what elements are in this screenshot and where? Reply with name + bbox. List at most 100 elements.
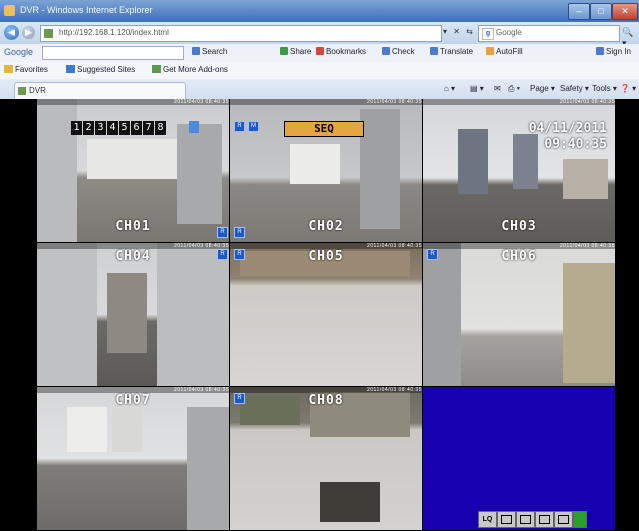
favorites-bar: Favorites Suggested Sites Get More Add-o… bbox=[0, 62, 639, 80]
page-icon bbox=[44, 29, 53, 38]
maximize-icon: □ bbox=[598, 6, 604, 16]
close-button[interactable]: ✕ bbox=[612, 3, 638, 20]
translate-button[interactable]: Translate bbox=[430, 47, 473, 56]
pin-icon bbox=[189, 121, 199, 133]
tab-dvr[interactable]: DVR bbox=[14, 82, 186, 99]
channel-label: CH05 bbox=[308, 249, 344, 264]
google-search-button[interactable]: Search bbox=[192, 47, 227, 56]
suggested-sites-icon bbox=[66, 65, 75, 73]
multi-view-button[interactable] bbox=[535, 511, 554, 528]
page-menu[interactable]: Page ▾ bbox=[530, 84, 555, 93]
channel-label: CH03 bbox=[501, 219, 537, 234]
url-input[interactable]: http://192.168.1.120/index.html bbox=[40, 25, 442, 42]
address-bar: ◀ ▶ http://192.168.1.120/index.html ▾ ✕ … bbox=[0, 22, 639, 48]
url-text: http://192.168.1.120/index.html bbox=[59, 28, 169, 37]
close-icon: ✕ bbox=[621, 6, 629, 16]
google-toolbar: Google Search Share Bookmarks Check Tran… bbox=[0, 44, 639, 63]
feeds-button[interactable]: ▤ ▾ bbox=[470, 84, 484, 93]
ie-icon bbox=[4, 5, 15, 16]
mail-button[interactable]: ✉ bbox=[494, 84, 501, 93]
bookmarks-button[interactable]: Bookmarks bbox=[316, 47, 366, 56]
dvr-viewer: 2011/04/03 08:40:35 12345678 R CH01 2011… bbox=[37, 99, 616, 531]
tools-menu[interactable]: Tools ▾ bbox=[592, 84, 617, 93]
check-button[interactable]: Check bbox=[382, 47, 415, 56]
digit[interactable]: 5 bbox=[119, 121, 130, 135]
minimize-button[interactable]: – bbox=[568, 3, 590, 20]
camera-tile[interactable]: 2011/04/03 08:40:35 R CH04 bbox=[37, 243, 230, 387]
status-indicator[interactable] bbox=[573, 511, 587, 528]
quad-view-button[interactable] bbox=[516, 511, 535, 528]
camera-tile[interactable]: 2011/04/03 08:40:35 CH07 bbox=[37, 387, 230, 531]
digit[interactable]: 8 bbox=[155, 121, 166, 135]
check-icon bbox=[382, 47, 390, 55]
addons-icon bbox=[152, 65, 161, 73]
multi-view-icon bbox=[539, 515, 550, 524]
autofill-button[interactable]: AutoFill bbox=[486, 47, 523, 56]
google-search-input[interactable] bbox=[42, 46, 184, 60]
favorites-button[interactable]: Favorites bbox=[4, 65, 48, 74]
print-button[interactable]: ⎙ ▾ bbox=[508, 84, 520, 94]
window-title: DVR - Windows Internet Explorer bbox=[20, 5, 153, 15]
channel-digits: 12345678 bbox=[71, 121, 167, 135]
camera-tile[interactable]: 2011/04/03 08:40:35 R M SEQ R CH02 bbox=[230, 99, 423, 243]
record-icon: R bbox=[234, 121, 245, 132]
sequence-box[interactable]: SEQ bbox=[284, 121, 364, 137]
share-icon bbox=[280, 47, 288, 55]
quad-view-icon bbox=[520, 515, 531, 524]
digit[interactable]: 4 bbox=[107, 121, 118, 135]
star-icon bbox=[316, 47, 324, 55]
camera-icon bbox=[558, 515, 569, 524]
camera-tile[interactable]: 2011/04/03 08:40:35 R CH05 bbox=[230, 243, 423, 387]
datetime-display: 04/11/2011 09:40:35 bbox=[529, 121, 607, 153]
minimize-icon: – bbox=[576, 6, 582, 16]
maximize-button[interactable]: □ bbox=[590, 3, 612, 20]
help-button[interactable]: ❓ ▾ bbox=[620, 84, 636, 93]
channel-label: CH07 bbox=[115, 393, 151, 408]
camera-tile[interactable]: 2011/04/03 08:40:35 12345678 R CH01 bbox=[37, 99, 230, 243]
home-button[interactable]: ⌂ ▾ bbox=[444, 84, 455, 93]
page-content: 2011/04/03 08:40:35 12345678 R CH01 2011… bbox=[0, 99, 639, 531]
camera-osd: 2011/04/03 08:40:35 bbox=[423, 99, 615, 105]
motion-icon: M bbox=[248, 121, 259, 132]
forward-button[interactable]: ▶ bbox=[22, 26, 35, 39]
channel-label: CH02 bbox=[308, 219, 344, 234]
empty-channel-tile[interactable] bbox=[423, 387, 616, 531]
share-button[interactable]: Share bbox=[280, 47, 311, 56]
signin-button[interactable]: Sign In bbox=[596, 47, 631, 56]
autofill-icon bbox=[486, 47, 494, 55]
channel-label: CH04 bbox=[115, 249, 151, 264]
google-icon: g bbox=[482, 28, 494, 40]
google-logo: Google bbox=[4, 47, 34, 57]
back-button[interactable]: ◀ bbox=[4, 25, 19, 40]
single-view-button[interactable] bbox=[497, 511, 516, 528]
camera-osd: 2011/04/03 08:40:35 bbox=[37, 99, 229, 105]
camera-tile[interactable]: 2011/04/03 08:40:35 04/11/2011 09:40:35 … bbox=[423, 99, 616, 243]
channel-label: CH01 bbox=[115, 219, 151, 234]
date-text: 04/11/2011 bbox=[528, 121, 607, 136]
digit[interactable]: 6 bbox=[131, 121, 142, 135]
single-view-icon bbox=[501, 515, 512, 524]
snapshot-button[interactable] bbox=[554, 511, 573, 528]
suggested-sites-link[interactable]: Suggested Sites bbox=[66, 65, 135, 74]
camera-tile[interactable]: 2011/04/03 08:40:35 R CH08 bbox=[230, 387, 423, 531]
wrench-icon bbox=[596, 47, 604, 55]
search-icon bbox=[192, 47, 200, 55]
addons-link[interactable]: Get More Add-ons bbox=[152, 65, 228, 74]
channel-label: CH06 bbox=[501, 249, 537, 264]
search-input[interactable]: g Google bbox=[478, 25, 620, 42]
digit[interactable]: 7 bbox=[143, 121, 154, 135]
quality-button[interactable]: LQ bbox=[478, 511, 497, 528]
tab-bar: DVR ⌂ ▾ ▤ ▾ ✉ ⎙ ▾ Page ▾ Safety ▾ Tools … bbox=[0, 79, 639, 100]
title-bar: DVR - Windows Internet Explorer – □ ✕ bbox=[0, 0, 639, 22]
digit[interactable]: 2 bbox=[83, 121, 94, 135]
tab-label: DVR bbox=[29, 86, 46, 95]
time-text: 09:40:35 bbox=[544, 137, 607, 152]
tab-page-icon bbox=[18, 87, 26, 95]
digit[interactable]: 1 bbox=[71, 121, 82, 135]
camera-tile[interactable]: 2011/04/03 08:40:35 R CH06 bbox=[423, 243, 616, 387]
digit[interactable]: 3 bbox=[95, 121, 106, 135]
search-placeholder: Google bbox=[496, 28, 522, 37]
translate-icon bbox=[430, 47, 438, 55]
safety-menu[interactable]: Safety ▾ bbox=[560, 84, 589, 93]
address-tools[interactable]: ▾ ✕ ⇆ bbox=[443, 27, 475, 36]
